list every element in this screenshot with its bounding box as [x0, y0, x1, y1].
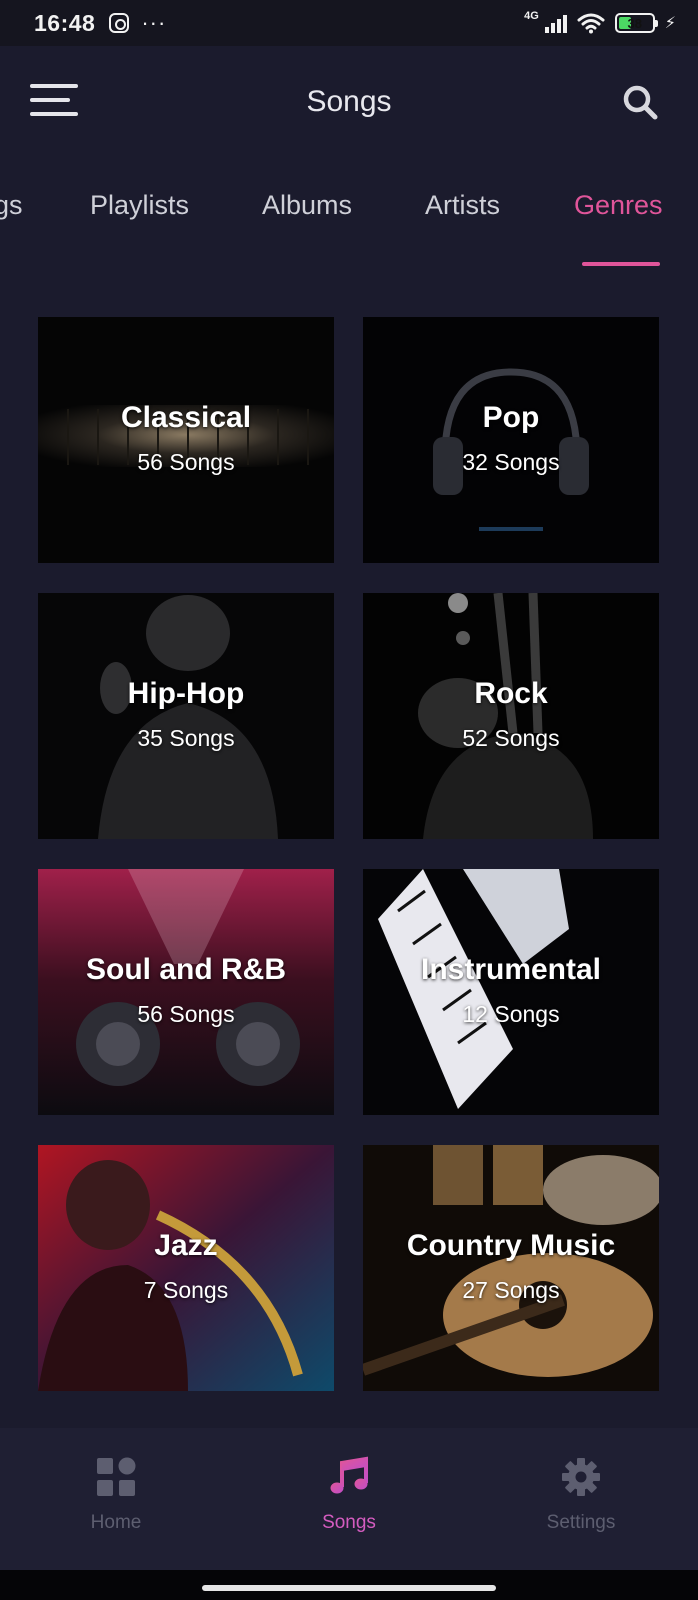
genre-song-count: 12 Songs — [462, 1000, 560, 1027]
genre-name: Soul and R&B — [86, 952, 286, 986]
nav-label: Settings — [546, 1512, 616, 1533]
instagram-icon — [109, 13, 130, 33]
genre-name: Jazz — [154, 1228, 218, 1262]
genre-card-rock[interactable]: Rock 52 Songs — [363, 593, 659, 839]
nav-settings[interactable]: Settings — [511, 1428, 651, 1570]
genre-song-count: 32 Songs — [462, 448, 560, 475]
genre-name: Instrumental — [420, 952, 602, 986]
tab-artists[interactable]: Artists — [425, 190, 500, 221]
genre-song-count: 35 Songs — [137, 724, 235, 751]
gear-icon — [562, 1458, 600, 1496]
genre-song-count: 56 Songs — [137, 1000, 235, 1027]
genre-song-count: 56 Songs — [137, 448, 235, 475]
signal-icon — [544, 13, 567, 33]
hamburger-menu-icon[interactable] — [30, 84, 78, 118]
grand-piano-image — [363, 869, 659, 1115]
more-dots-icon: ··· — [141, 10, 167, 35]
headphones-image — [363, 317, 659, 563]
genre-card-pop[interactable]: Pop 32 Songs — [363, 317, 659, 563]
tab-genres[interactable]: Genres — [574, 190, 663, 221]
genre-name: Country Music — [406, 1228, 616, 1262]
genre-card-jazz[interactable]: Jazz 7 Songs — [38, 1145, 334, 1391]
battery-icon: 38 — [614, 13, 658, 33]
genre-card-country-music[interactable]: Country Music 27 Songs — [363, 1145, 659, 1391]
charging-bolt-icon: ⚡ — [664, 15, 676, 32]
category-tabs: gs Playlists Albums Artists Genres — [0, 178, 698, 266]
nav-home[interactable]: Home — [46, 1428, 186, 1570]
battery-percent: 38 — [627, 15, 642, 31]
bottom-navigation: Home Songs Settings — [0, 1428, 698, 1570]
tab-albums[interactable]: Albums — [262, 190, 352, 221]
rapper-image — [38, 593, 334, 839]
genre-card-hip-hop[interactable]: Hip-Hop 35 Songs — [38, 593, 334, 839]
nav-label: Songs — [322, 1512, 376, 1533]
guitarist-image — [363, 593, 659, 839]
active-tab-indicator — [582, 262, 660, 266]
nav-label: Home — [90, 1512, 142, 1533]
speakers-concert-image — [38, 869, 334, 1115]
saxophone-player-image — [38, 1145, 334, 1391]
page-title: Songs — [306, 85, 392, 118]
piano-keys-image — [38, 317, 334, 563]
status-time: 16:48 — [34, 9, 96, 36]
genre-name: Rock — [474, 676, 548, 710]
genre-card-classical[interactable]: Classical 56 Songs — [38, 317, 334, 563]
genre-name: Hip-Hop — [127, 676, 245, 710]
genre-card-soul-and-rnb[interactable]: Soul and R&B 56 Songs — [38, 869, 334, 1115]
grid-icon — [97, 1457, 136, 1496]
genre-song-count: 27 Songs — [462, 1276, 560, 1303]
tab-songs[interactable]: gs — [0, 190, 23, 221]
genre-song-count: 7 Songs — [143, 1276, 229, 1303]
wifi-icon — [577, 13, 605, 34]
tab-playlists[interactable]: Playlists — [90, 190, 189, 221]
music-note-icon — [330, 1456, 368, 1494]
guitar-boots-image — [363, 1145, 659, 1391]
genre-card-instrumental[interactable]: Instrumental 12 Songs — [363, 869, 659, 1115]
status-bar: 16:48 ··· 4G 38 ⚡ — [0, 0, 698, 46]
home-gesture-bar[interactable] — [202, 1585, 496, 1591]
search-icon[interactable] — [622, 84, 658, 120]
network-type-label: 4G — [524, 10, 539, 22]
genre-name: Classical — [120, 400, 252, 434]
nav-songs[interactable]: Songs — [279, 1428, 419, 1570]
genre-song-count: 52 Songs — [462, 724, 560, 751]
genre-name: Pop — [482, 400, 540, 434]
app-header: Songs — [0, 46, 698, 158]
